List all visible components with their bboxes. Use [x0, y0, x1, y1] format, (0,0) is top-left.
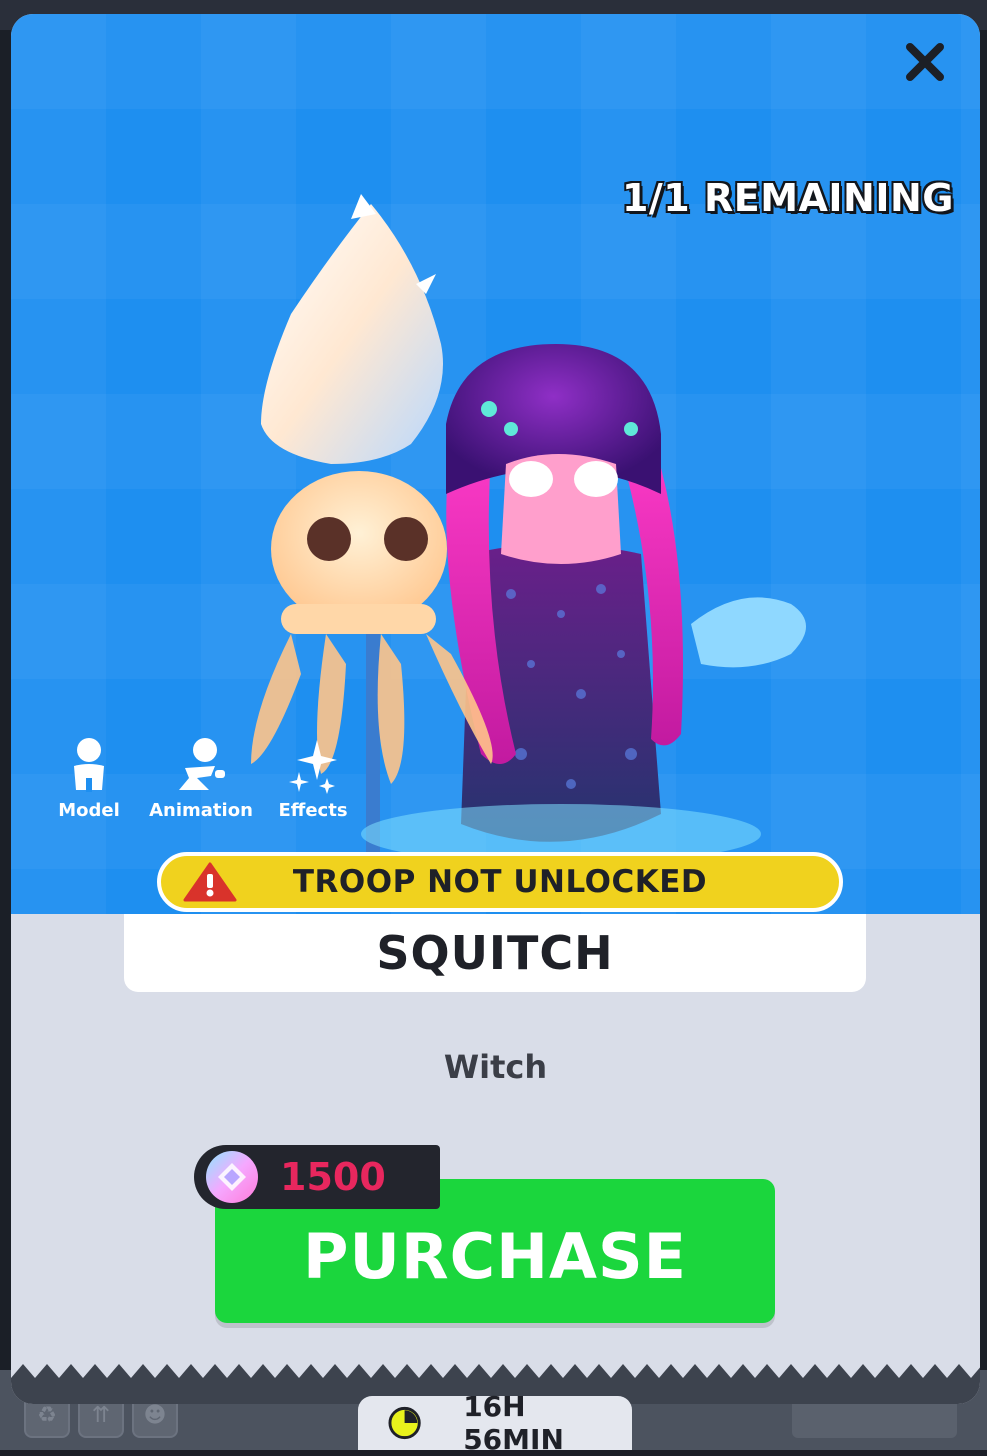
tool-effects[interactable]: Effects: [257, 738, 369, 821]
skin-name-panel: SQUITCH: [124, 914, 866, 992]
purchase-label: PURCHASE: [303, 1219, 687, 1293]
offer-timer: 16H 56MIN: [358, 1390, 632, 1456]
person-icon: [74, 738, 104, 792]
tool-animation[interactable]: Animation: [145, 738, 257, 821]
tool-effects-label: Effects: [278, 800, 348, 821]
tool-animation-label: Animation: [149, 800, 253, 821]
skin-name: SQUITCH: [376, 926, 614, 980]
pose-icon: [179, 738, 225, 790]
price-amount: 1500: [280, 1155, 386, 1199]
preview-mode-toolbar: Model Animation Effects: [33, 738, 369, 821]
character-preview-area: 1/1 REMAINING Model Animation Effects: [11, 14, 980, 914]
tool-model-label: Model: [58, 800, 120, 821]
tool-model[interactable]: Model: [33, 738, 145, 821]
timer-text: 16H 56MIN: [463, 1390, 564, 1456]
troop-locked-banner: TROOP NOT UNLOCKED: [157, 852, 843, 912]
close-icon: [906, 43, 944, 81]
troop-locked-text: TROOP NOT UNLOCKED: [292, 864, 708, 900]
skin-purchase-modal: 1/1 REMAINING Model Animation Effects TR…: [11, 14, 980, 1404]
close-button[interactable]: [900, 40, 950, 90]
skin-subtitle: Witch: [443, 1048, 548, 1086]
price-tag: 1500: [194, 1145, 440, 1209]
clock-icon: [388, 1406, 421, 1440]
gem-icon: [206, 1151, 258, 1203]
sparkles-icon: [289, 740, 337, 794]
